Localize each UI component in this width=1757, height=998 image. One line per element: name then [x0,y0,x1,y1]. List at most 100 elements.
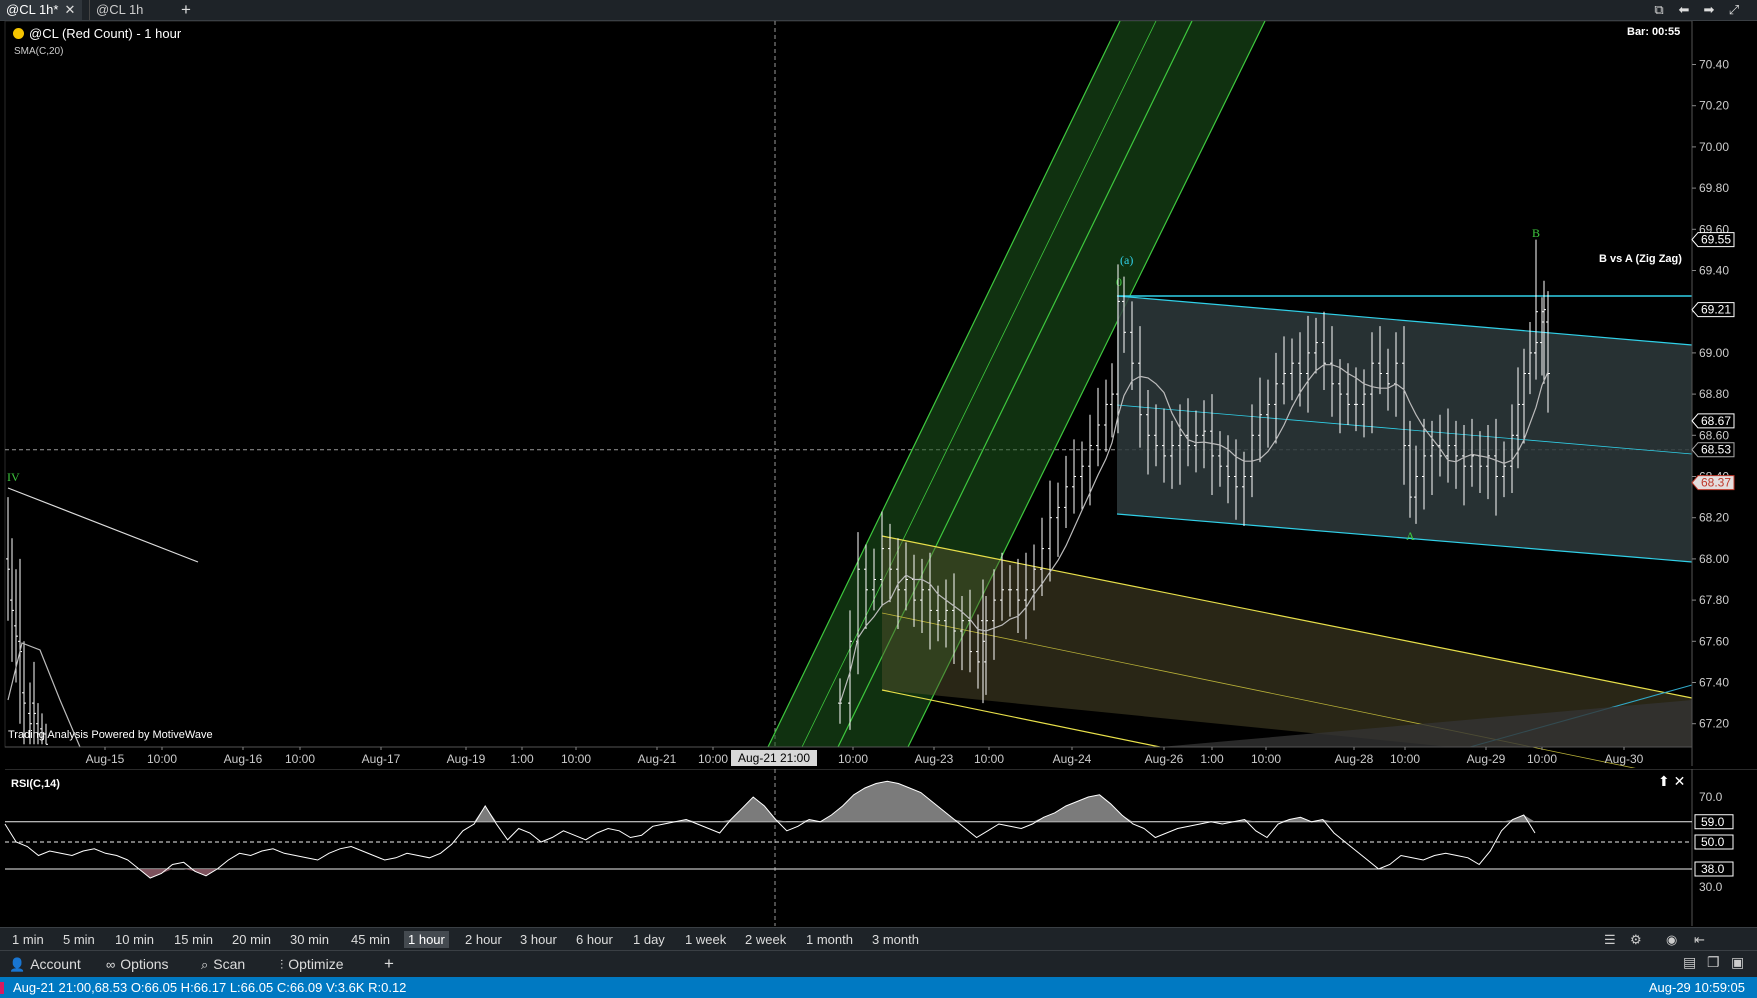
optimize-button[interactable]: ⫶ Optimize [280,955,343,973]
y-tick-label: 67.60 [1699,634,1729,648]
price-bar [1104,379,1108,452]
timeframe-1-min[interactable]: 1 min [8,931,48,948]
price-bar [1072,439,1076,514]
options-button[interactable]: ∞ Options [106,955,169,973]
popout-icon[interactable]: ⧉ [1650,1,1668,19]
x-tick-label: Aug-15 [86,752,125,766]
maximize-icon[interactable]: ⤢ [1725,1,1743,19]
x-tick-label: Aug-19 [447,752,486,766]
status-indicator [0,982,4,994]
timeframe-30-min[interactable]: 30 min [286,931,333,948]
price-bar [1080,441,1084,510]
settings-icon[interactable]: ⚙ [1626,931,1646,948]
chart-title-text: @CL (Red Count) - 1 hour [29,26,182,41]
scan-button[interactable]: ⌕ Scan [201,955,245,973]
copy-icon[interactable]: ❐ [1707,954,1720,971]
x-tick-label: Aug-17 [362,752,401,766]
timeframe-3-month[interactable]: 3 month [868,931,923,948]
forward-arrow-icon[interactable]: ➡ [1700,1,1718,19]
add-tab-button[interactable]: + [176,0,196,20]
chart-list-icon[interactable]: ☰ [1600,931,1620,948]
price-bar [1056,482,1060,557]
account-button[interactable]: 👤 Account [9,955,81,973]
scan-icon: ⌕ [201,957,209,972]
x-tick-label: 10:00 [698,752,728,766]
timeframe-1-month[interactable]: 1 month [802,931,857,948]
x-tick-label: Aug-30 [1605,752,1644,766]
price-tag: 69.21 [1691,302,1735,318]
svg-text:68.37: 68.37 [1701,476,1731,490]
x-tick-label: 10:00 [285,752,315,766]
layout-icon[interactable]: ▤ [1683,954,1696,971]
add-toolbar-button[interactable]: + [384,955,394,973]
timeframe-15-min[interactable]: 15 min [170,931,217,948]
y-tick-label: 68.60 [1699,428,1729,442]
close-panel-icon[interactable]: ✕ [1674,773,1686,789]
range-icon[interactable]: ⇤ [1690,931,1709,948]
eye-icon[interactable]: ◉ [1662,931,1681,948]
y-tick-label: 70.40 [1699,58,1729,72]
x-tick-label: 10:00 [561,752,591,766]
price-bar [1110,363,1114,438]
wave-label: (a) [1120,253,1133,267]
timeframe-1-hour[interactable]: 1 hour [404,931,449,948]
sma-indicator-label[interactable]: SMA(C,20) [14,46,63,57]
price-tag: 68.67 [1691,413,1735,429]
tab-cl-1h[interactable]: @CL 1h [89,0,169,20]
timeframe-5-min[interactable]: 5 min [59,931,99,948]
x-tick-label: Aug-29 [1467,752,1506,766]
scan-label: Scan [213,956,246,972]
timeframe-10-min[interactable]: 10 min [111,931,158,948]
link-icon: ∞ [106,957,116,972]
rsi-chart[interactable]: 70.0 30.0 59.0 50.0 38.0 [0,769,1757,926]
timeframe-6-hour[interactable]: 6 hour [572,931,617,948]
timeframe-2-hour[interactable]: 2 hour [461,931,506,948]
wave-label: A [1406,529,1415,543]
rsi-y-tick-label: 30.0 [1699,880,1723,894]
timeframe-1-week[interactable]: 1 week [681,931,730,948]
rsi-overbought-fill [5,781,1535,822]
bar-info: Aug-21 21:00,68.53 O:66.05 H:66.17 L:66.… [13,980,407,995]
timeframe-45-min[interactable]: 45 min [347,931,394,948]
price-bar [18,558,22,724]
clock: Aug-29 10:59:05 [1648,980,1745,995]
optimize-label: Optimize [288,956,344,972]
timeframe-bar: 1 min 5 min 10 min 15 min 20 min 30 min 45 min… [0,927,1757,950]
y-tick-label: 70.00 [1699,140,1729,154]
window-icon[interactable]: ▣ [1731,954,1744,971]
y-tick-label: 68.20 [1699,511,1729,525]
rsi-indicator-label[interactable]: RSI(C,14) [11,778,60,790]
x-tick-label: 10:00 [147,752,177,766]
tab-cl-1h-modified[interactable]: @CL 1h* ✕ [0,0,82,20]
crosshair-x-label: Aug-21 21:00 [731,750,817,766]
wave-label: 0 [1116,275,1122,289]
timeframe-2-week[interactable]: 2 week [741,931,790,948]
tab-label: @CL 1h* [6,2,59,17]
svg-text:69.55: 69.55 [1701,233,1731,247]
x-tick-label: 10:00 [1251,752,1281,766]
timeframe-20-min[interactable]: 20 min [228,931,275,948]
price-chart[interactable]: IV(a)0AB 70.4070.2070.0069.8069.6069.406… [0,21,1757,768]
y-tick-label: 67.20 [1699,717,1729,731]
price-tag: 68.37 [1691,475,1735,491]
x-tick-label: Aug-26 [1145,752,1184,766]
rsi-level-tag: 38.0 [1694,861,1734,877]
x-tick-label: 10:00 [838,752,868,766]
bottom-toolbar: 👤 Account ∞ Options ⌕ Scan ⫶ Optimize + ▤ ❐ … [0,950,1757,977]
x-tick-label: Aug-21 [638,752,677,766]
y-tick-label: 67.80 [1699,593,1729,607]
price-bar [10,538,14,662]
x-tick-label: Aug-23 [915,752,954,766]
rsi-oversold-fill [5,869,1535,878]
move-up-icon[interactable]: ⬆ [1658,773,1670,789]
close-tab-icon[interactable]: ✕ [64,2,75,17]
y-tick-label: 68.00 [1699,552,1729,566]
x-tick-label: 10:00 [1527,752,1557,766]
back-arrow-icon[interactable]: ⬅ [1675,1,1693,19]
y-tick-label: 69.80 [1699,181,1729,195]
timeframe-3-hour[interactable]: 3 hour [516,931,561,948]
svg-text:Aug-21 21:00: Aug-21 21:00 [738,751,810,765]
price-tag: 69.55 [1691,232,1735,248]
sliders-icon: ⫶ [280,957,284,972]
timeframe-1-day[interactable]: 1 day [629,931,669,948]
